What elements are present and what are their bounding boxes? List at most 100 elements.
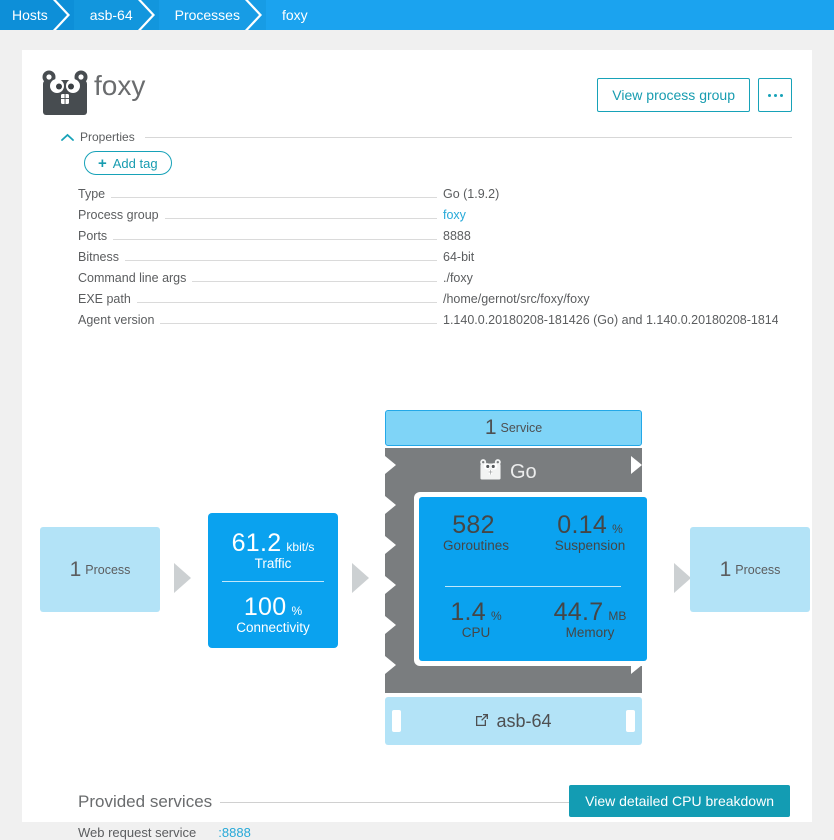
service-label: Service: [500, 421, 543, 435]
leader-line: [113, 239, 437, 240]
property-row: Type Go (1.9.2): [78, 187, 778, 208]
cpu-value: 1.4: [450, 598, 486, 626]
view-process-group-button[interactable]: View process group: [597, 78, 750, 112]
breadcrumb: Hosts asb-64 Processes foxy: [0, 0, 834, 30]
breadcrumb-chevron-icon: [137, 0, 160, 30]
go-gopher-icon: [480, 458, 501, 486]
goroutines-metric: 582 Goroutines: [419, 511, 533, 553]
cpu-label: CPU: [461, 625, 491, 640]
incoming-process-box[interactable]: 1 Process: [40, 527, 160, 612]
traffic-metric: 61.2 kbit/s Traffic: [208, 513, 338, 571]
property-value: 1.140.0.20180208-181426 (Go) and 1.140.0…: [443, 313, 778, 327]
memory-label: Memory: [565, 625, 615, 640]
add-tag-label: Add tag: [112, 155, 158, 171]
breadcrumb-item-foxy[interactable]: foxy: [265, 0, 834, 30]
cpu-unit: %: [490, 609, 502, 623]
leader-line: [192, 281, 437, 282]
view-cpu-breakdown-button[interactable]: View detailed CPU breakdown: [569, 785, 790, 817]
divider: [445, 586, 621, 587]
leader-line: [111, 197, 437, 198]
breadcrumb-item-hosts[interactable]: Hosts: [0, 0, 74, 30]
incoming-process-count: 1: [69, 557, 82, 581]
property-key: Ports: [78, 229, 108, 243]
notch-icon: [385, 496, 396, 514]
breadcrumb-label: foxy: [281, 7, 308, 23]
notch-icon: [385, 456, 396, 474]
property-key: Command line args: [78, 271, 187, 285]
property-key: Bitness: [78, 250, 119, 264]
card-header: foxy View process group: [22, 50, 812, 122]
breadcrumb-label: Hosts: [12, 7, 48, 23]
process-metrics-grid: 582 Goroutines 0.14 % Suspension 1.4 % C…: [419, 497, 647, 661]
property-value: /home/gernot/src/foxy/foxy: [443, 292, 590, 306]
property-value: 8888: [443, 229, 471, 243]
connectivity-metric: 100 % Connectivity: [208, 582, 338, 635]
connector-tab: [392, 710, 401, 732]
add-tag-button[interactable]: + Add tag: [84, 151, 172, 175]
notch-icon: [385, 576, 396, 594]
divider: [144, 136, 792, 138]
service-port-link[interactable]: :8888: [218, 825, 251, 840]
suspension-unit: %: [612, 522, 623, 536]
host-box[interactable]: asb-64: [385, 697, 642, 745]
go-gopher-icon: [42, 68, 88, 121]
property-row: EXE path /home/gernot/src/foxy/foxy: [78, 292, 778, 313]
suspension-label: Suspension: [554, 538, 626, 553]
property-row: Agent version 1.140.0.20180208-181426 (G…: [78, 313, 778, 334]
memory-value: 44.7: [553, 598, 604, 626]
provided-services-title: Provided services: [78, 792, 213, 811]
outgoing-process-box[interactable]: 1 Process: [690, 527, 810, 612]
host-name: asb-64: [496, 710, 552, 731]
properties-label: Properties: [80, 130, 135, 144]
property-value: Go (1.9.2): [443, 187, 500, 201]
breadcrumb-label: asb-64: [89, 7, 133, 23]
provided-service-row: Web request service :8888: [78, 825, 251, 840]
memory-unit: MB: [608, 609, 627, 623]
property-value-link[interactable]: foxy: [443, 208, 778, 222]
property-row: Command line args ./foxy: [78, 271, 778, 292]
notch-icon: [385, 536, 396, 554]
connectivity-value: 100: [243, 593, 287, 621]
provided-services-header: Provided services: [78, 792, 598, 812]
outgoing-process-label: Process: [735, 562, 781, 577]
property-row: Process group foxy: [78, 208, 778, 229]
properties-table: Type Go (1.9.2) Process group foxy Ports…: [78, 187, 778, 334]
property-row: Bitness 64-bit: [78, 250, 778, 271]
suspension-value: 0.14: [557, 511, 608, 539]
process-metrics-panel[interactable]: 582 Goroutines 0.14 % Suspension 1.4 % C…: [414, 492, 652, 666]
traffic-connectivity-card[interactable]: 61.2 kbit/s Traffic 100 % Connectivity: [208, 513, 338, 648]
breadcrumb-item-processes[interactable]: Processes: [158, 0, 267, 30]
leader-line: [164, 218, 437, 219]
breadcrumb-label: Processes: [174, 7, 240, 23]
notch-icon: [631, 456, 642, 474]
technology-label-row: Go: [480, 458, 537, 486]
technology-name: Go: [510, 460, 537, 483]
traffic-unit: kbit/s: [286, 540, 315, 554]
breadcrumb-chevron-icon: [52, 0, 75, 30]
leader-line: [136, 302, 437, 303]
memory-metric: 44.7 MB Memory: [533, 598, 647, 640]
traffic-value: 61.2: [231, 529, 282, 557]
notch-icon: [385, 616, 396, 634]
breadcrumb-chevron-icon: [244, 0, 267, 30]
external-link-icon: [475, 711, 489, 732]
divider: [220, 801, 598, 803]
leader-line: [125, 260, 437, 261]
service-bar[interactable]: 1 Service: [385, 410, 642, 446]
process-detail-card: foxy View process group Properties + Add…: [22, 50, 812, 840]
service-name: Web request service: [78, 825, 197, 840]
property-row: Ports 8888: [78, 229, 778, 250]
traffic-label: Traffic: [254, 556, 292, 571]
goroutines-value: 582: [452, 511, 495, 539]
flow-arrow-icon: [352, 563, 369, 593]
property-key: Type: [78, 187, 106, 201]
property-value: 64-bit: [443, 250, 475, 264]
outgoing-process-count: 1: [719, 557, 732, 581]
properties-section-header[interactable]: Properties: [42, 130, 792, 144]
incoming-process-label: Process: [85, 562, 131, 577]
property-key: Agent version: [78, 313, 155, 327]
breadcrumb-item-asb-64[interactable]: asb-64: [73, 0, 160, 30]
more-options-button[interactable]: [758, 78, 792, 112]
ellipsis-icon: [767, 93, 783, 97]
connectivity-unit: %: [291, 604, 303, 618]
